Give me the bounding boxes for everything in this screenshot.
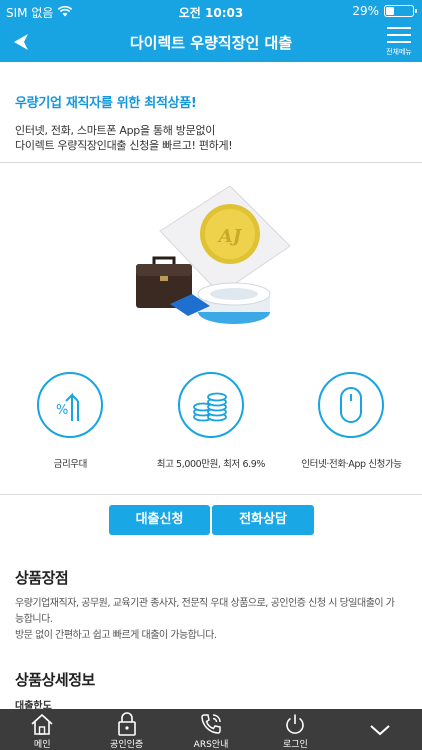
chevron-down-icon [370,725,390,736]
feature-label: 인터넷·전화·App 신청가능 [301,459,402,470]
intro-description-line: 다이렉트 우량직장인대출 신청을 빠르고! 편하게! [15,139,233,152]
phone-icon [201,714,221,734]
details-title: 상품상세정보 [15,671,95,689]
nav-more[interactable] [338,709,422,750]
nav-certificate[interactable]: 공인인증 [84,709,168,750]
loan-apply-button[interactable]: 대출신청 [109,505,210,535]
svg-text:%: % [56,403,68,418]
feature-label: 최고 5,000만원, 최저 6.9% [156,459,266,470]
advantages-body: 우량기업재직자, 공무원, 교육기관 종사자, 전문직 우대 상품으로, 공인인… [15,596,415,644]
nav-label: 로그인 [283,740,308,750]
intro-section: 우량기업 재직자를 위한 최적상품! 인터넷, 전화, 스마트폰 App을 통해… [15,92,410,153]
svg-text:AJ: AJ [217,226,243,247]
nav-home[interactable]: 메인 [0,709,84,750]
intro-description-line: 인터넷, 전화, 스마트폰 App을 통해 방문없이 [15,124,216,137]
intro-headline: 우량기업 재직자를 위한 최적상품! [15,96,197,111]
page-title: 다이렉트 우량직장인 대출 [129,34,293,52]
advantages-title: 상품장점 [15,569,69,587]
nav-ars[interactable]: ARS안내 [169,709,253,750]
power-icon [286,714,305,734]
divider [0,494,422,495]
percent-up-arrow-icon: % [56,392,80,421]
hero-illustration: AJ [130,185,300,346]
feature-rate-discount: % 금리우대 [0,372,141,470]
phone-consult-button[interactable]: 전화상담 [212,505,314,535]
hamburger-icon [387,27,411,43]
divider [0,162,422,163]
feature-label: 금리우대 [53,459,88,470]
advantages-line: 방문 없이 간편하고 쉽고 빠르게 대출이 가능합니다. [15,630,217,641]
feature-apply-channels: 인터넷·전화·App 신청가능 [281,372,422,470]
title-bar: 다이렉트 우량직장인 대출 전체메뉴 [0,22,422,62]
advantages-line: 능합니다. [15,614,53,625]
nav-login[interactable]: 로그인 [253,709,337,750]
feature-loan-limit: 최고 5,000만원, 최저 6.9% [141,372,282,470]
status-bar: SIM 없음 오전 10:03 29% [0,0,422,22]
bottom-nav: 메인 공인인증 ARS안내 로그인 [0,709,422,750]
home-icon [31,713,53,735]
nav-label: 메인 [33,740,51,750]
feature-list: % 금리우대 최고 5,000만원, 최저 6.9% 인터넷·전화·App 신청… [0,372,422,470]
nav-label: ARS안내 [193,740,229,750]
nav-label: 공인인증 [110,740,144,750]
mouse-icon [340,387,363,423]
intro-description: 인터넷, 전화, 스마트폰 App을 통해 방문없이 다이렉트 우량직장인대출 … [15,123,410,153]
menu-label: 전체메뉴 [386,48,412,56]
battery-percent: 29% [352,4,379,18]
battery-icon [384,5,417,17]
advantages-line: 우량기업재직자, 공무원, 교육기관 종사자, 전문직 우대 상품으로, 공인인… [15,598,395,609]
lock-icon [117,712,136,736]
coins-stack-icon [192,392,227,422]
full-menu-button[interactable]: 전체메뉴 [384,25,414,61]
